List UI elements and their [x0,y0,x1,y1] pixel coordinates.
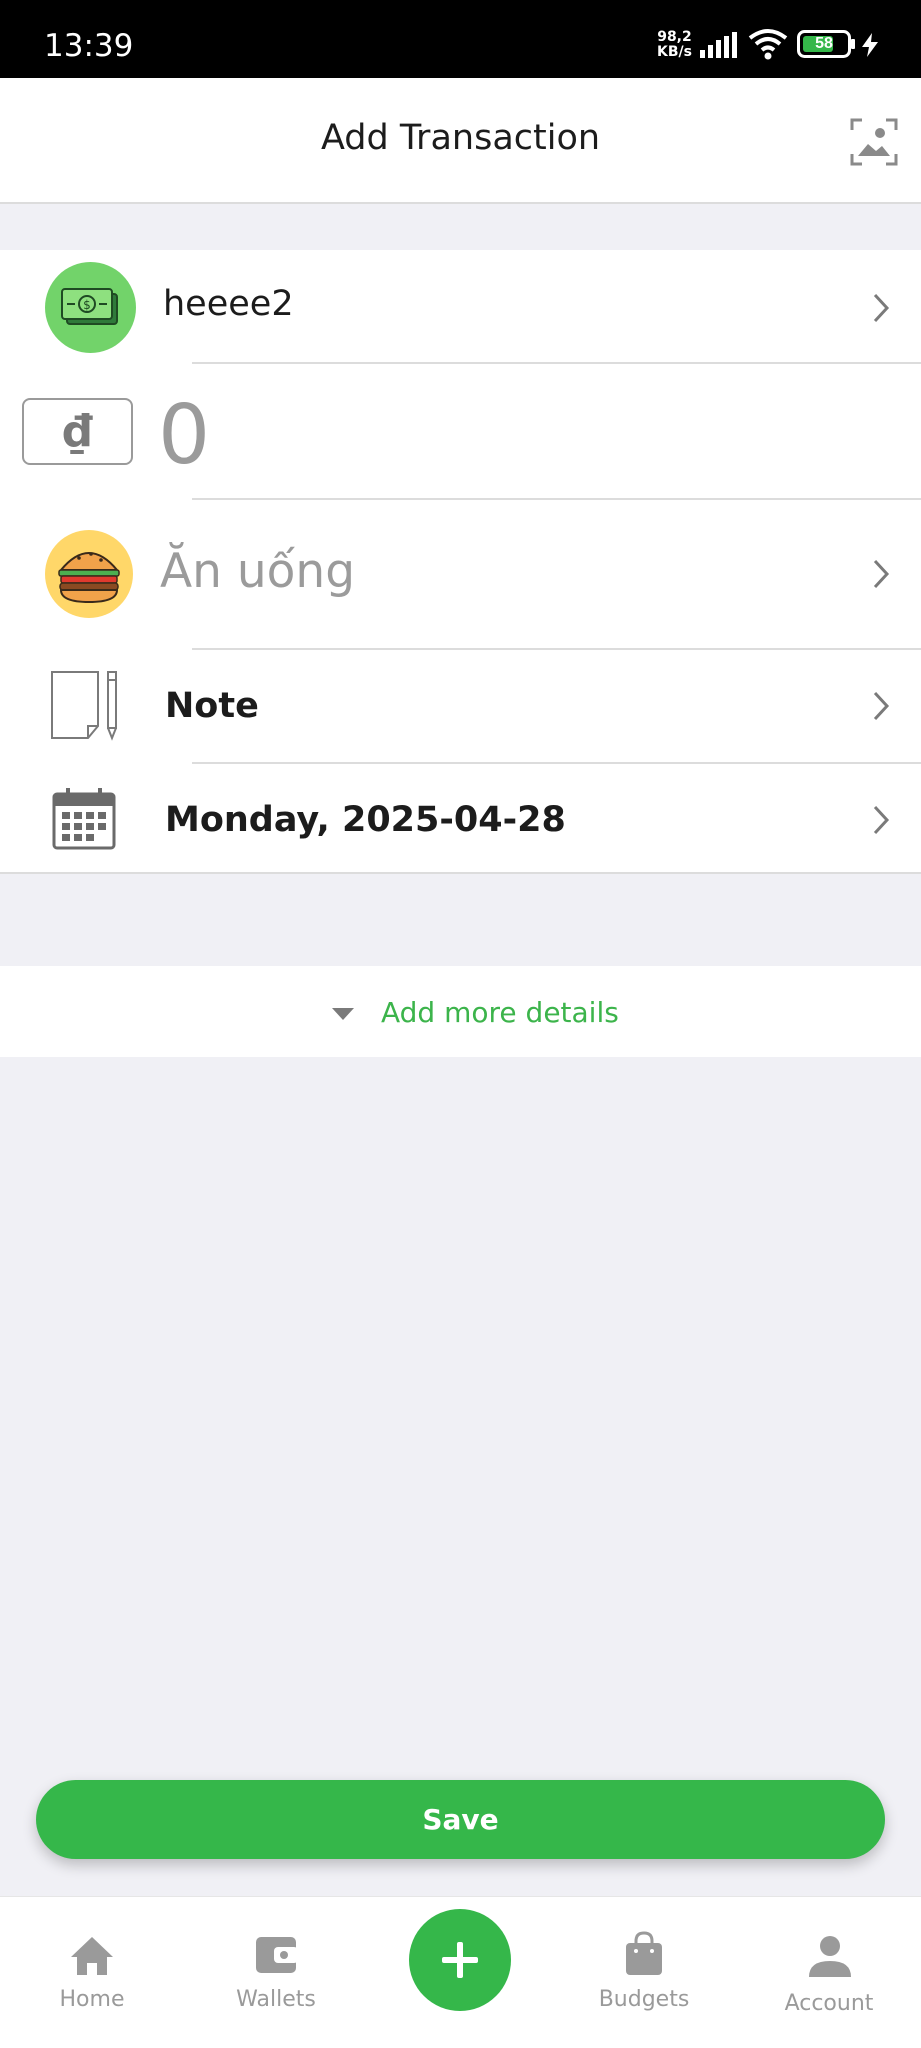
wallet-row[interactable]: $ heeee2 [0,250,921,362]
home-icon [71,1937,113,1975]
notepad-icon [51,671,117,741]
nav-wallets-label: Wallets [236,1987,316,2012]
network-speed: 98,2 KB/s [657,30,692,60]
currency-selector[interactable]: ₫ [22,398,133,465]
page-title: Add Transaction [320,118,601,158]
amount-input[interactable]: 0 [158,388,210,483]
nav-home[interactable]: Home [0,1897,184,2048]
date-row[interactable]: Monday, 2025-04-28 [0,764,921,874]
network-speed-value: 98,2 [657,29,692,45]
nav-home-label: Home [59,1987,125,2012]
add-more-details-button[interactable]: Add more details [0,966,921,1057]
plus-icon [442,1942,478,1978]
amount-row[interactable]: ₫ 0 [0,364,921,498]
header: Add Transaction [0,78,921,204]
chevron-right-icon [873,559,890,589]
wallet-icon [256,1937,298,1973]
signal-icon [700,32,737,58]
add-transaction-fab[interactable] [409,1909,511,2011]
currency-symbol: ₫ [62,406,93,457]
chevron-right-icon [873,805,890,835]
status-time: 13:39 [44,28,134,64]
bottom-nav: Home Wallets Budgets Account [0,1896,921,2048]
note-row[interactable]: Note [0,650,921,762]
money-icon: $ [45,262,136,353]
nav-account-label: Account [784,1991,874,2016]
status-bar: 13:39 98,2 KB/s 58 [0,0,921,78]
chevron-right-icon [873,691,890,721]
network-speed-unit: KB/s [657,44,692,60]
caret-down-icon [332,1008,354,1020]
note-label: Note [165,686,259,726]
add-more-details-label: Add more details [381,996,619,1029]
image-scan-icon[interactable] [850,118,898,166]
nav-budgets[interactable]: Budgets [552,1897,736,2048]
chevron-right-icon [873,293,890,323]
charging-icon [862,33,878,57]
save-button[interactable]: Save [36,1780,885,1859]
wallet-name: heeee2 [163,284,294,324]
svg-text:$: $ [83,298,91,312]
nav-account[interactable]: Account [737,1897,921,2048]
nav-budgets-label: Budgets [598,1987,690,2012]
calendar-icon [52,788,116,850]
person-icon [809,1936,851,1977]
category-row[interactable]: Ăn uống [0,500,921,648]
transaction-form: $ heeee2 ₫ 0 Ăn uống Note Monday, 2025-0… [0,250,921,874]
burger-icon [45,530,133,618]
battery-level: 58 [815,35,833,52]
category-placeholder: Ăn uống [160,544,356,599]
bag-icon [626,1931,662,1975]
date-label: Monday, 2025-04-28 [165,800,566,840]
nav-wallets[interactable]: Wallets [184,1897,368,2048]
wifi-icon [748,29,788,60]
